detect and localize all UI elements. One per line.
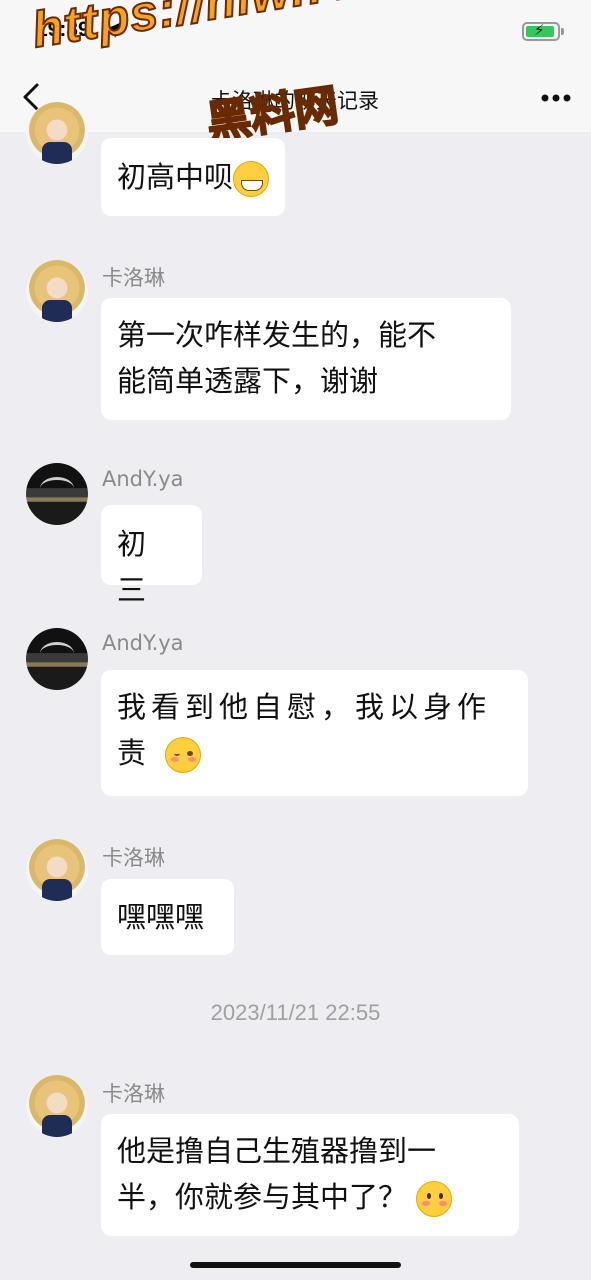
avatar[interactable] [26, 628, 88, 690]
message-bubble[interactable]: 初高中呗 [101, 138, 286, 216]
message-bubble[interactable]: 我看到他自慰，我以身作 责 [101, 670, 528, 796]
message-bubble[interactable]: 第一次咋样发生的，能不 能简单透露下，谢谢 [101, 298, 511, 420]
shy-emoji-icon [416, 1181, 453, 1217]
sender-name: AndY.ya [102, 467, 184, 491]
message-bubble[interactable]: 初三 [101, 505, 202, 607]
sender-name: 卡洛琳 [102, 1082, 165, 1106]
message-text: 他是撸自己生殖器撸到一 [117, 1134, 437, 1168]
avatar[interactable] [26, 102, 88, 164]
avatar[interactable] [26, 839, 88, 901]
avatar[interactable] [26, 260, 88, 322]
home-indicator[interactable] [190, 1262, 401, 1268]
sender-name: 卡洛琳 [102, 846, 165, 870]
message-text: 第一次咋样发生的，能不 [117, 318, 437, 352]
avatar[interactable] [26, 463, 88, 525]
sender-name: 卡洛琳 [102, 266, 165, 290]
message-text: 责 [117, 736, 152, 770]
charging-bolt-icon: ⚡ [534, 21, 545, 39]
more-options-icon[interactable] [540, 93, 572, 103]
grin-emoji-icon [233, 161, 270, 197]
message-text: 初三 [117, 527, 153, 607]
message-text: 能简单透露下，谢谢 [117, 364, 379, 398]
message-text: 初高中呗 [117, 160, 234, 194]
timestamp: 2023/11/21 22:55 [210, 1000, 381, 1025]
message-text: 我看到他自慰，我以身作 [117, 690, 492, 724]
message-bubble[interactable]: 他是撸自己生殖器撸到一 半，你就参与其中了？ [101, 1114, 519, 1236]
message-bubble[interactable]: 嘿嘿嘿 [101, 879, 234, 955]
message-text: 半，你就参与其中了？ [117, 1180, 408, 1214]
message-text: 嘿嘿嘿 [117, 900, 205, 934]
sender-name: AndY.ya [102, 631, 184, 655]
blush-emoji-icon [165, 737, 202, 773]
avatar[interactable] [26, 1075, 88, 1137]
